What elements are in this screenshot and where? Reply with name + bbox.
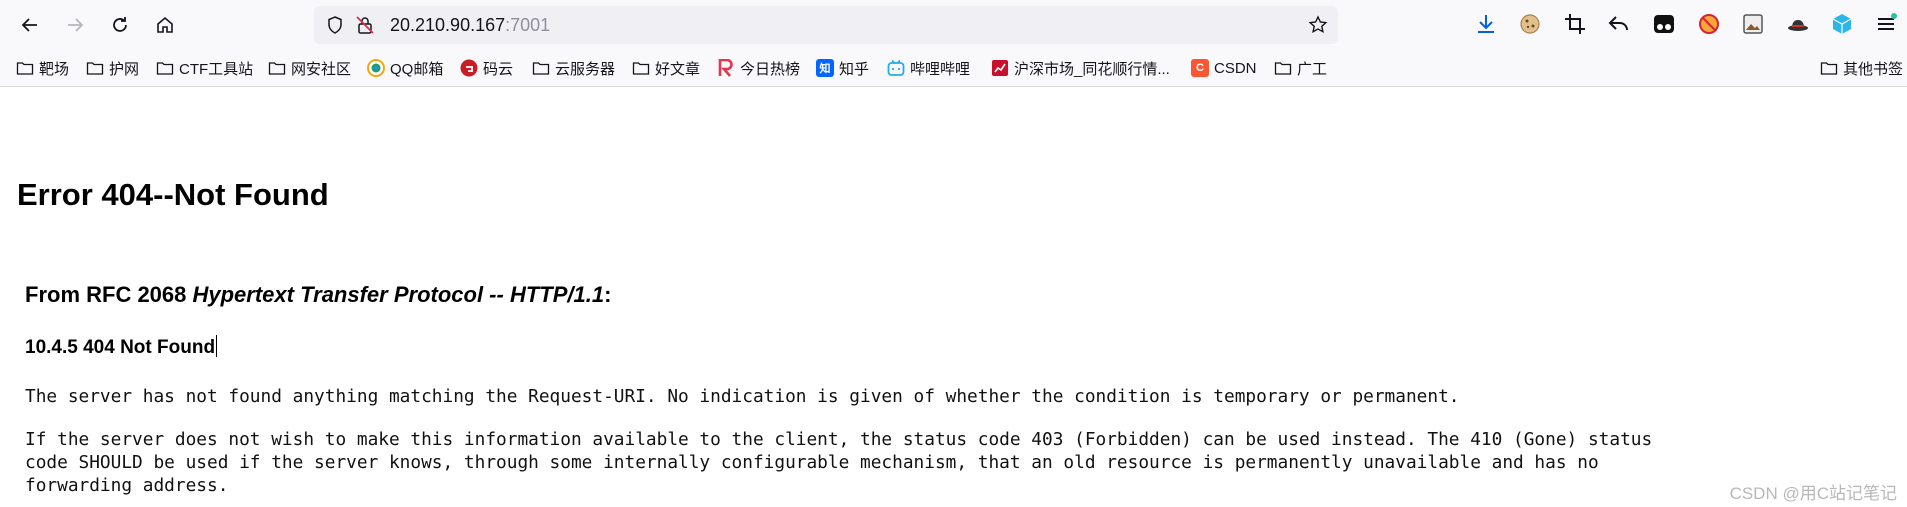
bilibili-icon <box>887 59 905 77</box>
bookmark-label: 云服务器 <box>555 60 616 78</box>
bookmark-folder-3[interactable]: 网安社区 <box>268 56 351 80</box>
bookmark-folder-2[interactable]: CTF工具站 <box>156 56 253 80</box>
bookmark-folder-7[interactable]: 好文章 <box>632 56 700 80</box>
extension-crop[interactable] <box>1562 11 1588 37</box>
forward-button[interactable] <box>59 9 91 41</box>
forward-arrow-icon <box>68 18 84 32</box>
hat-icon <box>1788 20 1808 31</box>
folder-icon <box>532 59 550 77</box>
rfc-prefix: From RFC 2068 <box>25 282 193 307</box>
tophub-icon <box>717 59 735 77</box>
paragraph-2-line-3: forwarding address. <box>25 475 229 496</box>
other-bookmarks-label: 其他书签 <box>1843 60 1904 78</box>
bookmark-label: 靶场 <box>39 60 70 78</box>
folder-icon <box>1820 59 1838 77</box>
browser-toolbar: 20.210.90.167:7001 <box>0 0 1907 50</box>
bookmark-gitee[interactable]: 码云 <box>460 56 513 80</box>
bookmark-zhihu[interactable]: 知 知乎 <box>816 56 869 80</box>
paragraph-2: If the server does not wish to make this… <box>25 428 1652 497</box>
bookmark-folder-0[interactable]: 靶场 <box>16 56 69 80</box>
paragraph-1: The server has not found anything matchi… <box>25 386 1460 407</box>
home-icon <box>157 16 173 33</box>
bookmark-ths[interactable]: 沪深市场_同花顺行情... <box>991 56 1170 80</box>
rfc-title: Hypertext Transfer Protocol -- HTTP/1.1 <box>192 282 605 307</box>
reload-button[interactable] <box>104 9 136 41</box>
url-host: 20.210.90.167 <box>390 15 506 35</box>
folder-icon <box>156 59 174 77</box>
bookmark-csdn[interactable]: C CSDN <box>1191 56 1257 80</box>
gitee-icon <box>460 59 478 77</box>
bookmark-label: 网安社区 <box>291 60 352 78</box>
bookmark-label: 今日热榜 <box>740 60 801 78</box>
extension-undo[interactable] <box>1606 11 1632 37</box>
downloads-button[interactable] <box>1473 11 1499 37</box>
paragraph-2-line-2: code SHOULD be used if the server knows,… <box>25 452 1599 473</box>
folder-icon <box>16 59 34 77</box>
undo-arrow-icon <box>1608 16 1628 31</box>
back-arrow-icon <box>21 18 37 32</box>
cube-icon <box>1832 14 1852 34</box>
bookmark-bilibili[interactable]: 哔哩哔哩 <box>887 56 970 80</box>
home-button[interactable] <box>149 9 181 41</box>
bookmark-label: QQ邮箱 <box>390 60 444 78</box>
extension-cube[interactable] <box>1829 11 1855 37</box>
watermark: CSDN @用C站记笔记 <box>1729 484 1897 503</box>
shield-icon[interactable] <box>325 15 345 35</box>
address-bar[interactable]: 20.210.90.167:7001 <box>314 6 1338 44</box>
folder-icon <box>86 59 104 77</box>
bookmark-folder-13[interactable]: 广工 <box>1274 56 1327 80</box>
app-menu-button[interactable] <box>1873 11 1899 37</box>
page-title: Error 404--Not Found <box>17 177 329 212</box>
url-text[interactable]: 20.210.90.167:7001 <box>390 15 550 35</box>
crop-icon <box>1565 14 1585 34</box>
back-button[interactable] <box>14 9 46 41</box>
bookmark-label: 码云 <box>483 60 514 78</box>
page-content: Error 404--Not Found From RFC 2068 Hyper… <box>0 87 1907 507</box>
picture-frame-icon <box>1743 14 1763 34</box>
bookmark-label: CSDN <box>1214 59 1257 77</box>
hamburger-menu-icon <box>1878 13 1897 30</box>
insecure-lock-icon[interactable] <box>355 15 375 35</box>
csdn-icon: C <box>1191 59 1209 77</box>
blocked-icon <box>1699 14 1719 34</box>
bookmark-label: 知乎 <box>839 60 870 78</box>
download-icon <box>1478 15 1494 33</box>
extension-blocker[interactable] <box>1696 11 1722 37</box>
bookmark-label: 沪深市场_同花顺行情... <box>1014 60 1170 78</box>
bookmark-label: 护网 <box>109 60 140 78</box>
text-cursor <box>216 335 218 357</box>
bookmark-qqmail[interactable]: QQ邮箱 <box>367 56 443 80</box>
bookmark-label: CTF工具站 <box>179 60 254 78</box>
bookmark-folder-1[interactable]: 护网 <box>86 56 139 80</box>
ths-icon <box>991 59 1009 77</box>
bookmark-star-icon[interactable] <box>1308 15 1328 35</box>
extension-tampermonkey[interactable] <box>1651 11 1677 37</box>
rfc-suffix: : <box>604 282 612 307</box>
folder-icon <box>268 59 286 77</box>
rfc-heading: From RFC 2068 Hypertext Transfer Protoco… <box>25 282 611 308</box>
extension-cookie[interactable] <box>1517 11 1543 37</box>
bookmarks-toolbar: 靶场 护网 CTF工具站 网安社区 QQ邮箱 码云 云服务器 好文章 今日热榜 … <box>0 50 1907 87</box>
section-heading: 10.4.5 404 Not Found <box>25 335 218 359</box>
paragraph-2-line-1: If the server does not wish to make this… <box>25 429 1653 450</box>
cookie-icon <box>1520 14 1540 34</box>
bookmark-label: 哔哩哔哩 <box>910 60 971 78</box>
tampermonkey-icon <box>1654 15 1674 33</box>
bookmark-label: 广工 <box>1297 60 1328 78</box>
bookmark-tophub[interactable]: 今日热榜 <box>717 56 800 80</box>
section-text: 10.4.5 404 Not Found <box>25 337 216 358</box>
folder-icon <box>632 59 650 77</box>
extension-hat[interactable] <box>1785 11 1811 37</box>
bookmark-folder-6[interactable]: 云服务器 <box>532 56 615 80</box>
reload-icon <box>113 17 127 32</box>
url-port: :7001 <box>505 15 551 35</box>
other-bookmarks-folder[interactable]: 其他书签 <box>1820 56 1903 80</box>
zhihu-icon: 知 <box>816 59 834 77</box>
bookmark-label: 好文章 <box>655 60 701 78</box>
extension-picture[interactable] <box>1740 11 1766 37</box>
qqmail-icon <box>367 59 385 77</box>
folder-icon <box>1274 59 1292 77</box>
